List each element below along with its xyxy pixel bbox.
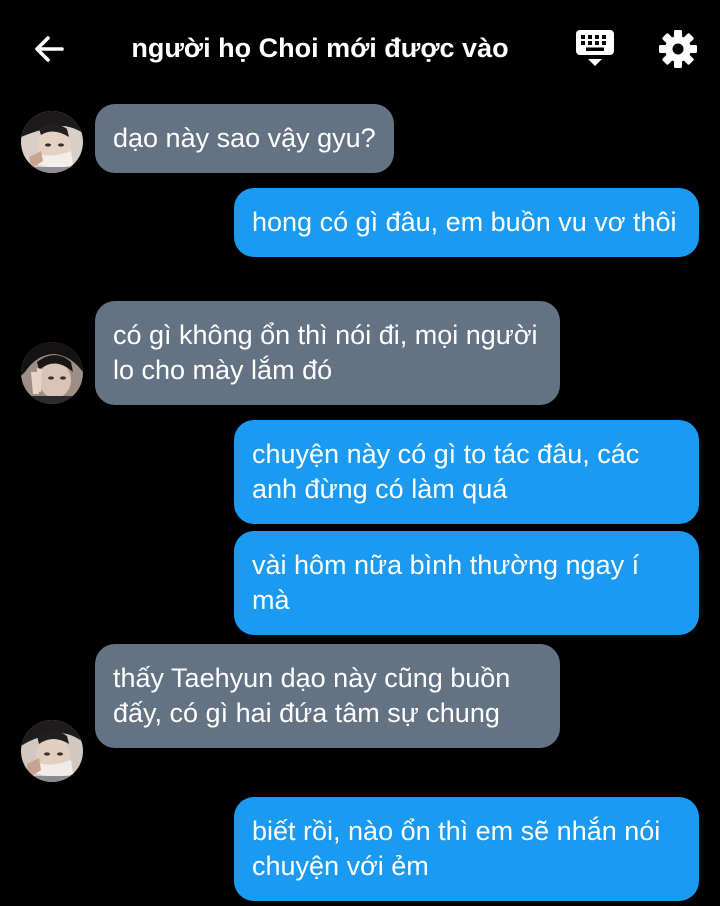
message-bubble-incoming[interactable]: thấy Taehyun dạo này cũng buồn đấy, có g… (95, 644, 560, 748)
keyboard-button[interactable] (572, 28, 618, 72)
message-bubble-outgoing[interactable]: vài hôm nữa bình thường ngay í mà (234, 531, 699, 635)
chat-header: người họ Choi mới được vào (0, 0, 720, 96)
message-bubble-outgoing[interactable]: hong có gì đâu, em buồn vu vơ thôi (234, 188, 699, 257)
message-bubble-incoming[interactable]: có gì không ổn thì nói đi, mọi người lo … (95, 301, 560, 405)
chat-title: người họ Choi mới được vào (131, 33, 509, 63)
message-bubble-outgoing[interactable]: chuyện này có gì to tác đâu, các anh đừn… (234, 420, 699, 524)
keyboard-icon (576, 30, 614, 66)
settings-button[interactable] (655, 26, 701, 72)
avatar-photo (21, 720, 83, 782)
avatar-photo (21, 342, 83, 404)
avatar-photo (21, 111, 83, 173)
back-button[interactable] (28, 28, 70, 70)
message-bubble-outgoing[interactable]: biết rồi, nào ổn thì em sẽ nhắn nói chuy… (234, 797, 699, 901)
gear-icon (659, 30, 697, 68)
avatar[interactable] (21, 111, 83, 173)
arrow-left-icon (35, 36, 64, 62)
avatar[interactable] (21, 342, 83, 404)
avatar[interactable] (21, 720, 83, 782)
message-bubble-incoming[interactable]: dạo này sao vậy gyu? (95, 104, 394, 173)
